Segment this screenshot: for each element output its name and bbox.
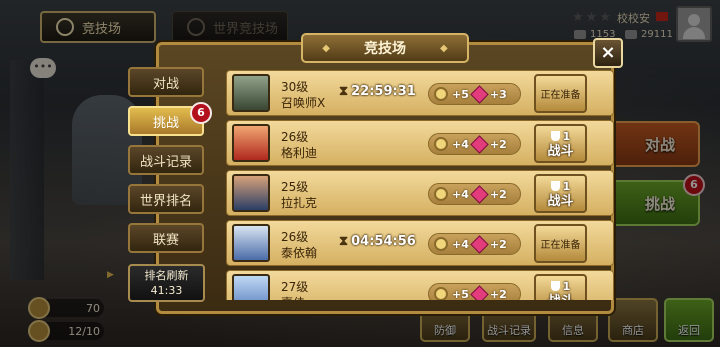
- gem-reward: +2: [489, 137, 507, 151]
- fight-button[interactable]: 1 战斗: [534, 124, 587, 163]
- opponent-level: 30级: [281, 80, 309, 94]
- close-button[interactable]: ×: [593, 38, 623, 68]
- gem-reward: +2: [489, 187, 507, 201]
- cooldown-timer-value: 22:59:31: [351, 84, 416, 99]
- modal-title: 竞技场: [364, 41, 406, 57]
- opponent-portrait: [232, 274, 270, 300]
- opponent-name: 泰依翰: [281, 246, 318, 260]
- reward-pill: +4 +2: [428, 183, 521, 205]
- preparing-button[interactable]: 正在准备: [534, 224, 587, 263]
- wing-icon: [550, 181, 560, 191]
- opponent-name: 拉扎克: [281, 196, 318, 210]
- menu-league[interactable]: 联赛: [128, 223, 204, 253]
- opponent-level: 25级: [281, 180, 309, 194]
- opponent-portrait: [232, 74, 270, 112]
- menu-league-label: 联赛: [152, 232, 179, 248]
- opponent-level: 26级: [281, 230, 309, 244]
- gem-icon: [470, 84, 489, 104]
- gold-reward: +5: [452, 287, 469, 301]
- menu-world-ranking-label: 世界排名: [139, 193, 192, 209]
- opponent-name: 格利迪: [281, 146, 318, 160]
- reward-pill: +5 +3: [428, 83, 521, 105]
- opponent-row[interactable]: 30级 召唤师X ⧗ 22:59:31 +5 +3 正在准备: [226, 70, 614, 116]
- gem-reward: +3: [489, 87, 507, 101]
- fight-label: 战斗: [547, 143, 574, 159]
- opponent-name: 召唤师X: [281, 96, 326, 110]
- ranking-refresh-time: 41:33: [150, 284, 183, 297]
- coin-icon: [434, 187, 448, 201]
- opponent-row[interactable]: 26级 泰依翰 ⧗ 04:54:56 +4 +2 正在准备: [226, 220, 614, 266]
- opponent-portrait: [232, 174, 270, 212]
- hourglass-icon: ⧗: [339, 84, 349, 99]
- ranking-refresh-label: 排名刷新: [144, 269, 189, 282]
- gem-icon: [470, 134, 489, 154]
- opponent-row[interactable]: 27级 嘉佳 +5 +2 1 战斗: [226, 270, 614, 300]
- cooldown-timer: ⧗ 22:59:31: [339, 84, 416, 99]
- ranking-refresh-box: 排名刷新 41:33: [128, 264, 205, 302]
- coin-icon: [434, 87, 448, 101]
- gold-reward: +4: [452, 187, 469, 201]
- opponent-portrait: [232, 224, 270, 262]
- menu-battle-log[interactable]: 战斗记录: [128, 145, 204, 175]
- gold-reward: +4: [452, 137, 469, 151]
- menu-battle-label: 对战: [152, 76, 179, 92]
- gold-reward: +5: [452, 87, 469, 101]
- opponent-row[interactable]: 26级 格利迪 +4 +2 1 战斗: [226, 120, 614, 166]
- menu-challenge-label: 挑战: [152, 115, 179, 131]
- gem-reward: +2: [489, 287, 507, 301]
- opponent-level: 26级: [281, 130, 309, 144]
- opponent-portrait: [232, 124, 270, 162]
- fight-label: 战斗: [547, 294, 573, 301]
- gem-icon: [470, 184, 489, 204]
- fight-label: 战斗: [547, 193, 574, 209]
- opponent-list[interactable]: 30级 召唤师X ⧗ 22:59:31 +5 +3 正在准备 26级 格利迪 +: [226, 70, 614, 300]
- gem-icon: [470, 234, 489, 254]
- menu-battle[interactable]: 对战: [128, 67, 204, 97]
- fight-cost: 1: [550, 129, 571, 144]
- opponent-row[interactable]: 25级 拉扎克 +4 +2 1 战斗: [226, 170, 614, 216]
- fight-cost-value: 1: [562, 129, 571, 143]
- coin-icon: [434, 237, 448, 251]
- wing-icon: [550, 131, 560, 141]
- opponent-level: 27级: [281, 280, 309, 294]
- fight-cost-value: 1: [562, 279, 571, 293]
- gem-icon: [470, 284, 489, 300]
- hourglass-icon: ⧗: [339, 234, 349, 249]
- modal-title-bar: ◆ 竞技场 ◆: [301, 33, 469, 63]
- preparing-label: 正在准备: [540, 90, 581, 101]
- fight-cost: 1: [550, 179, 571, 194]
- opponent-name: 嘉佳: [281, 294, 305, 300]
- menu-battle-log-label: 战斗记录: [139, 154, 192, 170]
- menu-world-ranking[interactable]: 世界排名: [128, 184, 204, 214]
- coin-icon: [434, 137, 448, 151]
- preparing-label: 正在准备: [540, 240, 581, 251]
- fight-button[interactable]: 1 战斗: [534, 274, 587, 300]
- gold-reward: +4: [452, 237, 469, 251]
- wing-icon: [550, 281, 560, 291]
- fight-cost-value: 1: [562, 179, 571, 193]
- reward-pill: +4 +2: [428, 233, 521, 255]
- reward-pill: +4 +2: [428, 133, 521, 155]
- cooldown-timer: ⧗ 04:54:56: [339, 234, 416, 249]
- fight-button[interactable]: 1 战斗: [534, 174, 587, 213]
- cooldown-timer-value: 04:54:56: [351, 234, 416, 249]
- diamond-ornament-icon: ◆: [322, 42, 330, 54]
- reward-pill: +5 +2: [428, 283, 521, 300]
- challenge-count-badge: 6: [190, 102, 212, 124]
- fight-cost: 1: [550, 279, 571, 294]
- coin-icon: [434, 287, 448, 300]
- preparing-button[interactable]: 正在准备: [534, 74, 587, 113]
- gem-reward: +2: [489, 237, 507, 251]
- arena-screen: 竞技场 世界竞技场 ★ ★ ★ 校校安 1153 29111 ••• 对战 挑战…: [0, 0, 720, 347]
- diamond-ornament-icon: ◆: [440, 42, 448, 54]
